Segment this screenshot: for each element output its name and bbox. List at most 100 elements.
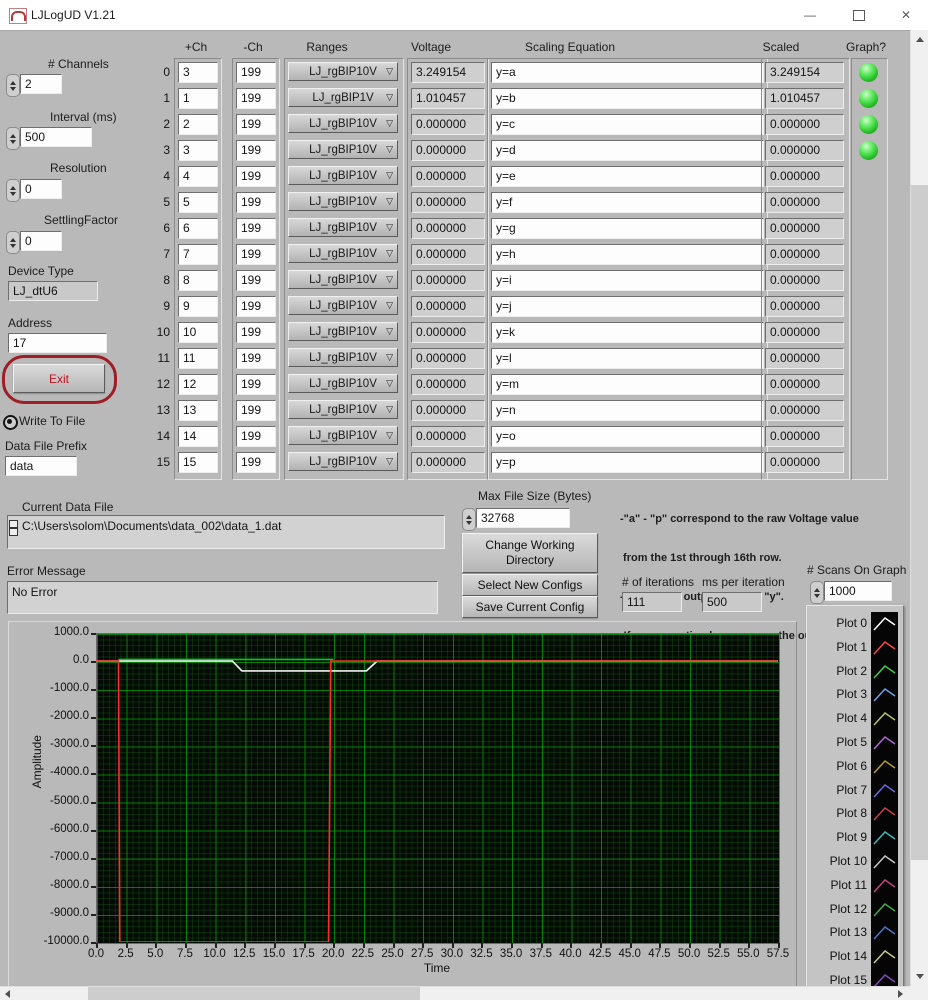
neg-ch-input[interactable]: 199 <box>236 166 276 187</box>
range-dropdown[interactable]: LJ_rgBIP10V▽ <box>288 426 398 445</box>
resolution-input[interactable]: 0 <box>20 179 62 199</box>
legend-label[interactable]: Plot 4 <box>809 711 867 725</box>
pos-ch-input[interactable]: 12 <box>178 374 218 395</box>
legend-label[interactable]: Plot 6 <box>809 759 867 773</box>
graph-led[interactable] <box>859 141 878 160</box>
graph-led[interactable] <box>859 115 878 134</box>
legend-swatch[interactable] <box>871 874 898 898</box>
graph-led[interactable] <box>859 349 878 368</box>
neg-ch-input[interactable]: 199 <box>236 88 276 109</box>
graph-led[interactable] <box>859 401 878 420</box>
legend-swatch[interactable] <box>871 850 898 874</box>
legend-label[interactable]: Plot 12 <box>809 902 867 916</box>
pos-ch-input[interactable]: 3 <box>178 140 218 161</box>
legend-swatch[interactable] <box>871 683 898 707</box>
scaling-equation-input[interactable]: y=o <box>491 426 764 447</box>
range-dropdown[interactable]: LJ_rgBIP10V▽ <box>288 374 398 393</box>
legend-swatch[interactable] <box>871 636 898 660</box>
legend-swatch[interactable] <box>871 802 898 826</box>
data-file-prefix-input[interactable]: data <box>5 456 77 476</box>
resolution-stepper[interactable] <box>6 179 20 202</box>
settling-stepper[interactable] <box>6 231 20 254</box>
legend-label[interactable]: Plot 14 <box>809 949 867 963</box>
pos-ch-input[interactable]: 6 <box>178 218 218 239</box>
pos-ch-input[interactable]: 5 <box>178 192 218 213</box>
range-dropdown[interactable]: LJ_rgBIP10V▽ <box>288 140 398 159</box>
neg-ch-input[interactable]: 199 <box>236 296 276 317</box>
scaling-equation-input[interactable]: y=l <box>491 348 764 369</box>
legend-label[interactable]: Plot 13 <box>809 925 867 939</box>
max-file-size-stepper[interactable] <box>462 508 476 531</box>
channels-input[interactable]: 2 <box>20 74 62 94</box>
legend-swatch[interactable] <box>871 660 898 684</box>
graph-led[interactable] <box>859 167 878 186</box>
plot-legend[interactable]: Plot 0Plot 1Plot 2Plot 3Plot 4Plot 5Plot… <box>806 605 904 995</box>
interval-stepper[interactable] <box>6 127 20 150</box>
scaling-equation-input[interactable]: y=a <box>491 62 764 83</box>
legend-swatch[interactable] <box>871 779 898 803</box>
graph-led[interactable] <box>859 245 878 264</box>
pos-ch-input[interactable]: 8 <box>178 270 218 291</box>
range-dropdown[interactable]: LJ_rgBIP10V▽ <box>288 348 398 367</box>
close-button[interactable]: ✕ <box>884 0 928 30</box>
graph-led[interactable] <box>859 271 878 290</box>
graph-led[interactable] <box>859 453 878 472</box>
scaling-equation-input[interactable]: y=f <box>491 192 764 213</box>
legend-swatch[interactable] <box>871 612 898 636</box>
range-dropdown[interactable]: LJ_rgBIP10V▽ <box>288 296 398 315</box>
scaling-equation-input[interactable]: y=k <box>491 322 764 343</box>
graph-led[interactable] <box>859 193 878 212</box>
legend-swatch[interactable] <box>871 731 898 755</box>
range-dropdown[interactable]: LJ_rgBIP10V▽ <box>288 452 398 471</box>
neg-ch-input[interactable]: 199 <box>236 452 276 473</box>
neg-ch-input[interactable]: 199 <box>236 244 276 265</box>
legend-swatch[interactable] <box>871 826 898 850</box>
neg-ch-input[interactable]: 199 <box>236 374 276 395</box>
legend-label[interactable]: Plot 0 <box>809 616 867 630</box>
settling-input[interactable]: 0 <box>20 231 62 251</box>
write-to-file-radio[interactable] <box>3 415 18 430</box>
legend-swatch[interactable] <box>871 945 898 969</box>
legend-swatch[interactable] <box>871 898 898 922</box>
legend-label[interactable]: Plot 15 <box>809 973 867 987</box>
scans-on-graph-input[interactable]: 1000 <box>824 581 892 601</box>
scaling-equation-input[interactable]: y=c <box>491 114 764 135</box>
graph-led[interactable] <box>859 297 878 316</box>
neg-ch-input[interactable]: 199 <box>236 114 276 135</box>
scaling-equation-input[interactable]: y=n <box>491 400 764 421</box>
range-dropdown[interactable]: LJ_rgBIP10V▽ <box>288 218 398 237</box>
graph-led[interactable] <box>859 427 878 446</box>
address-input[interactable]: 17 <box>8 333 107 353</box>
pos-ch-input[interactable]: 10 <box>178 322 218 343</box>
neg-ch-input[interactable]: 199 <box>236 400 276 421</box>
range-dropdown[interactable]: LJ_rgBIP10V▽ <box>288 270 398 289</box>
legend-label[interactable]: Plot 8 <box>809 806 867 820</box>
scaling-equation-input[interactable]: y=i <box>491 270 764 291</box>
range-dropdown[interactable]: LJ_rgBIP10V▽ <box>288 400 398 419</box>
graph-led[interactable] <box>859 219 878 238</box>
legend-label[interactable]: Plot 2 <box>809 664 867 678</box>
channels-stepper[interactable] <box>6 74 20 97</box>
legend-label[interactable]: Plot 11 <box>809 878 867 892</box>
graph-led[interactable] <box>859 323 878 342</box>
scaling-equation-input[interactable]: y=g <box>491 218 764 239</box>
pos-ch-input[interactable]: 3 <box>178 62 218 83</box>
range-dropdown[interactable]: LJ_rgBIP10V▽ <box>288 244 398 263</box>
scaling-equation-input[interactable]: y=h <box>491 244 764 265</box>
legend-swatch[interactable] <box>871 755 898 779</box>
scroll-down-icon[interactable] <box>916 974 924 979</box>
graph-led[interactable] <box>859 89 878 108</box>
legend-label[interactable]: Plot 1 <box>809 640 867 654</box>
scroll-up-icon[interactable] <box>916 37 924 42</box>
pos-ch-input[interactable]: 7 <box>178 244 218 265</box>
neg-ch-input[interactable]: 199 <box>236 426 276 447</box>
scroll-left-icon[interactable] <box>5 990 10 998</box>
change-working-directory-button[interactable]: Change Working Directory <box>462 533 598 573</box>
pos-ch-input[interactable]: 14 <box>178 426 218 447</box>
range-dropdown[interactable]: LJ_rgBIP10V▽ <box>288 114 398 133</box>
legend-label[interactable]: Plot 9 <box>809 830 867 844</box>
maximize-button[interactable] <box>837 0 881 30</box>
horizontal-scrollbar-thumb[interactable] <box>88 987 420 1000</box>
legend-swatch[interactable] <box>871 921 898 945</box>
scans-on-graph-stepper[interactable] <box>810 581 824 604</box>
